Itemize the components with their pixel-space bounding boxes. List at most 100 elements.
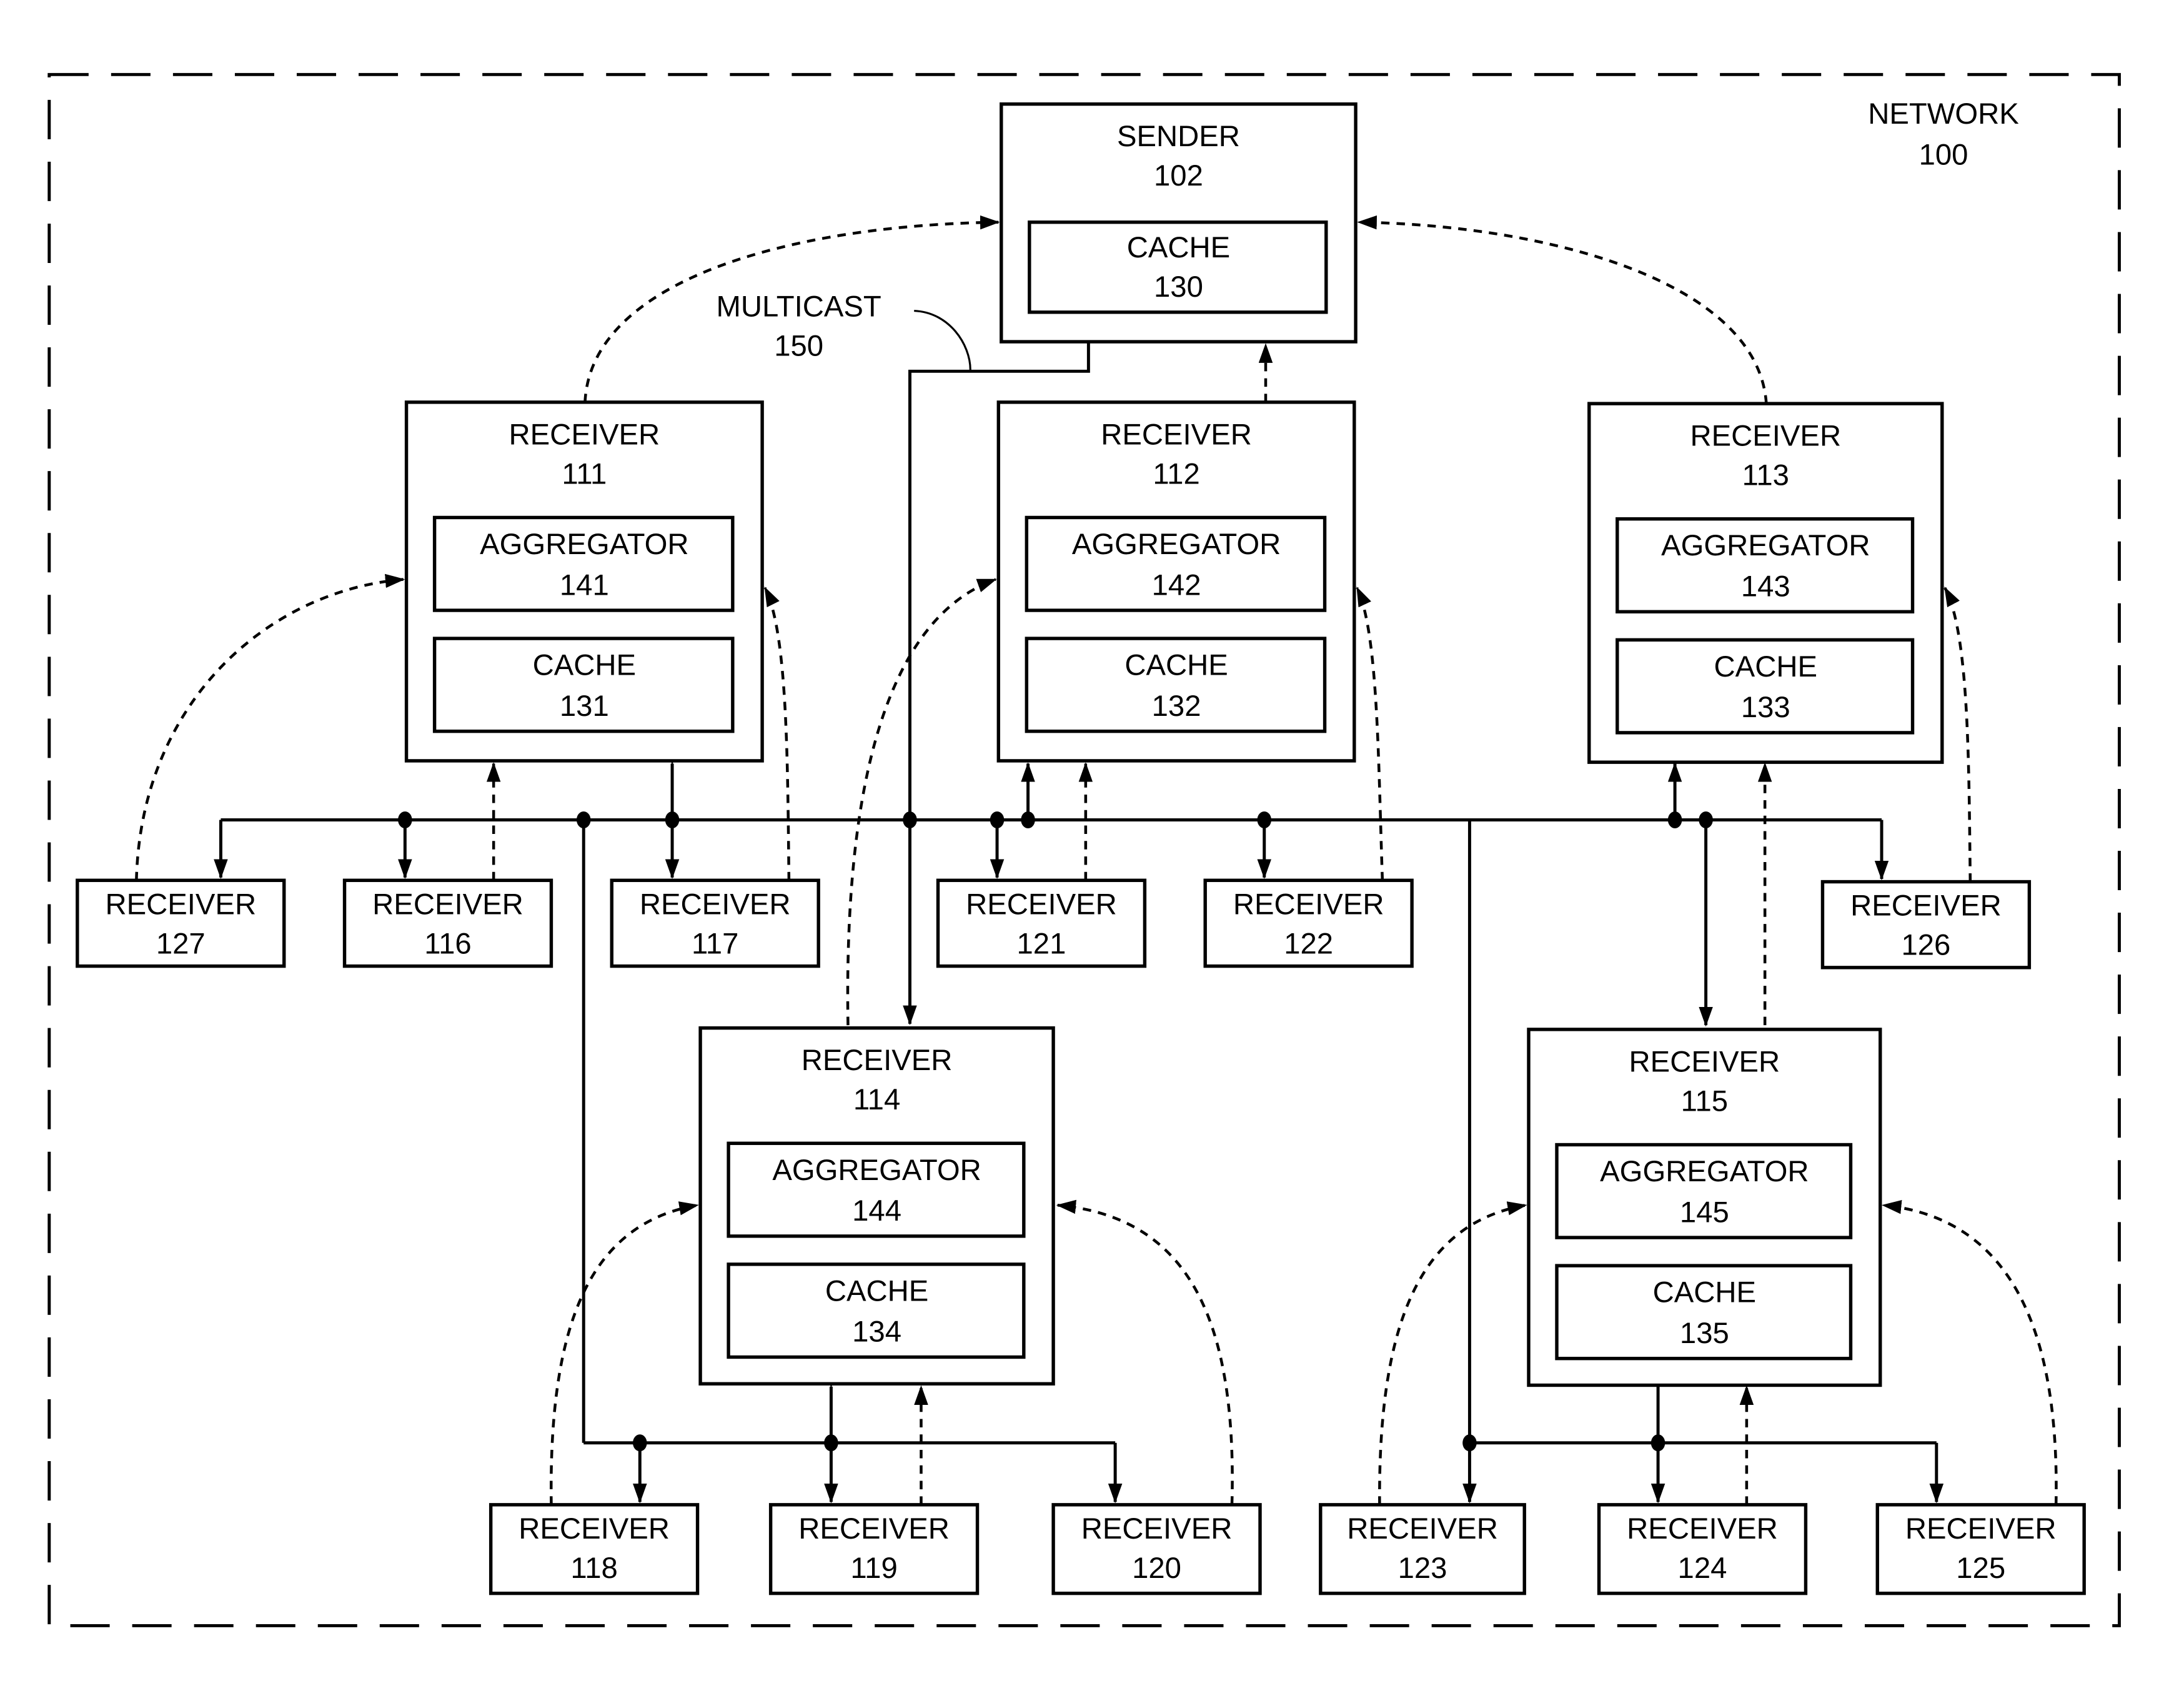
sender-label: SENDER xyxy=(1117,120,1240,153)
receiver-node-120[interactable]: RECEIVER 120 xyxy=(1051,1503,1262,1595)
network-diagram: NETWORK 100 MULTICAST 150 SENDER 102 CAC… xyxy=(47,72,2121,1627)
junction-dot xyxy=(903,811,917,828)
receiver-label: RECEIVER xyxy=(1850,890,2002,923)
receiver-node-113[interactable]: RECEIVER 113 AGGREGATOR 143 CACHE 133 xyxy=(1587,402,1944,764)
receiver-node-114[interactable]: RECEIVER 114 AGGREGATOR 144 CACHE 134 xyxy=(698,1026,1055,1386)
receiver-node-118[interactable]: RECEIVER 118 xyxy=(489,1503,700,1595)
aggregator-label: AGGREGATOR xyxy=(1600,1155,1809,1188)
sender-cache-label: CACHE xyxy=(1127,231,1230,264)
feedback-125-to-115 xyxy=(1882,1200,2058,1505)
receiver-label: RECEIVER xyxy=(1627,1512,1778,1545)
multicast-label-text: MULTICAST xyxy=(716,290,881,324)
receiver-id: 117 xyxy=(692,927,738,960)
junction-dot xyxy=(1257,811,1272,828)
receiver-label: RECEIVER xyxy=(372,888,524,921)
receiver-label: RECEIVER xyxy=(509,418,660,451)
cache-id: 135 xyxy=(1680,1317,1729,1350)
junction-dot xyxy=(824,1434,838,1452)
junction-dot xyxy=(1650,1434,1665,1452)
receiver-node-127[interactable]: RECEIVER 127 xyxy=(76,878,286,968)
receiver-id: 113 xyxy=(1742,459,1789,492)
aggregator-label: AGGREGATOR xyxy=(1072,528,1281,561)
receiver-node-125[interactable]: RECEIVER 125 xyxy=(1875,1503,2086,1595)
receiver-node-112[interactable]: RECEIVER 112 AGGREGATOR 142 CACHE 132 xyxy=(996,400,1356,763)
multicast-label: MULTICAST 150 xyxy=(716,290,971,370)
feedback-118-to-114 xyxy=(549,1201,699,1505)
cache-label: CACHE xyxy=(825,1274,928,1307)
sender-id: 102 xyxy=(1154,159,1203,192)
cache-id: 131 xyxy=(560,690,609,723)
receiver-id: 114 xyxy=(853,1083,900,1116)
receiver-id: 126 xyxy=(1901,929,1950,962)
feedback-126-to-113 xyxy=(1943,587,1972,882)
feedback-120-to-114 xyxy=(1056,1199,1234,1505)
aggregator-label: AGGREGATOR xyxy=(1661,529,1870,562)
sender-cache-id: 130 xyxy=(1154,270,1203,304)
receiver-node-123[interactable]: RECEIVER 123 xyxy=(1319,1503,1526,1595)
receiver-id: 116 xyxy=(424,927,471,960)
junction-dot xyxy=(398,811,412,828)
network-label-text: NETWORK xyxy=(1868,97,2019,131)
receiver-label: RECEIVER xyxy=(1081,1512,1233,1545)
feedback-122-to-112 xyxy=(1356,586,1384,881)
feedback-127-to-111 xyxy=(135,573,405,881)
cache-label: CACHE xyxy=(1653,1276,1756,1309)
aggregator-id: 141 xyxy=(560,568,609,602)
cache-id: 134 xyxy=(852,1316,901,1349)
receiver-node-117[interactable]: RECEIVER 117 xyxy=(610,878,820,968)
junction-dot xyxy=(1462,1434,1477,1452)
receiver-label: RECEIVER xyxy=(802,1044,953,1077)
aggregator-id: 143 xyxy=(1741,570,1790,603)
junction-dot xyxy=(576,811,591,828)
receiver-label: RECEIVER xyxy=(1629,1045,1780,1078)
cache-label: CACHE xyxy=(1714,650,1817,683)
receiver-label: RECEIVER xyxy=(640,888,791,921)
receiver-node-116[interactable]: RECEIVER 116 xyxy=(342,878,553,968)
receiver-id: 120 xyxy=(1132,1552,1181,1585)
feedback-123-to-115 xyxy=(1378,1201,1527,1505)
receiver-label: RECEIVER xyxy=(105,888,256,921)
receiver-id: 127 xyxy=(156,927,206,960)
receiver-node-121[interactable]: RECEIVER 121 xyxy=(936,878,1147,968)
receiver-label: RECEIVER xyxy=(1233,888,1384,921)
receiver-node-122[interactable]: RECEIVER 122 xyxy=(1203,878,1414,968)
junction-dot xyxy=(1021,811,1035,828)
aggregator-id: 145 xyxy=(1680,1196,1729,1229)
feedback-117-to-111 xyxy=(763,587,791,881)
receiver-label: RECEIVER xyxy=(1690,420,1841,453)
receiver-label: RECEIVER xyxy=(1905,1512,2057,1545)
network-id-text: 100 xyxy=(1919,138,1968,171)
multicast-leader-line xyxy=(914,309,971,370)
receiver-id: 119 xyxy=(850,1552,897,1585)
aggregator-label: AGGREGATOR xyxy=(480,528,688,561)
network-label: NETWORK 100 xyxy=(1868,97,2019,171)
receiver-id: 118 xyxy=(570,1552,617,1585)
receiver-label: RECEIVER xyxy=(1101,418,1252,451)
cache-id: 133 xyxy=(1741,691,1790,724)
receiver-id: 112 xyxy=(1153,457,1199,490)
aggregator-id: 144 xyxy=(852,1194,901,1227)
receiver-id: 121 xyxy=(1017,927,1066,960)
feedback-113-to-sender xyxy=(1357,215,1768,404)
receiver-id: 125 xyxy=(1956,1552,2005,1585)
cache-id: 132 xyxy=(1152,690,1201,723)
receiver-node-115[interactable]: RECEIVER 115 AGGREGATOR 145 CACHE 135 xyxy=(1527,1028,1882,1387)
receiver-id: 124 xyxy=(1678,1552,1727,1585)
receiver-node-119[interactable]: RECEIVER 119 xyxy=(768,1503,980,1595)
receiver-id: 111 xyxy=(562,457,607,490)
receiver-label: RECEIVER xyxy=(966,888,1117,921)
receiver-node-126[interactable]: RECEIVER 126 xyxy=(1820,880,2032,969)
receiver-id: 122 xyxy=(1284,927,1333,960)
aggregator-label: AGGREGATOR xyxy=(772,1154,981,1187)
junction-dot xyxy=(633,1434,647,1452)
cache-label: CACHE xyxy=(1124,649,1228,682)
aggregator-id: 142 xyxy=(1152,568,1201,602)
sender-node[interactable]: SENDER 102 CACHE 130 xyxy=(1000,102,1358,344)
receiver-label: RECEIVER xyxy=(519,1512,670,1545)
cache-label: CACHE xyxy=(533,649,636,682)
receiver-id: 123 xyxy=(1398,1552,1447,1585)
receiver-node-111[interactable]: RECEIVER 111 AGGREGATOR 141 CACHE 131 xyxy=(404,400,764,763)
junction-dot xyxy=(665,811,680,828)
junction-dot xyxy=(1667,811,1682,828)
receiver-node-124[interactable]: RECEIVER 124 xyxy=(1597,1503,1808,1595)
